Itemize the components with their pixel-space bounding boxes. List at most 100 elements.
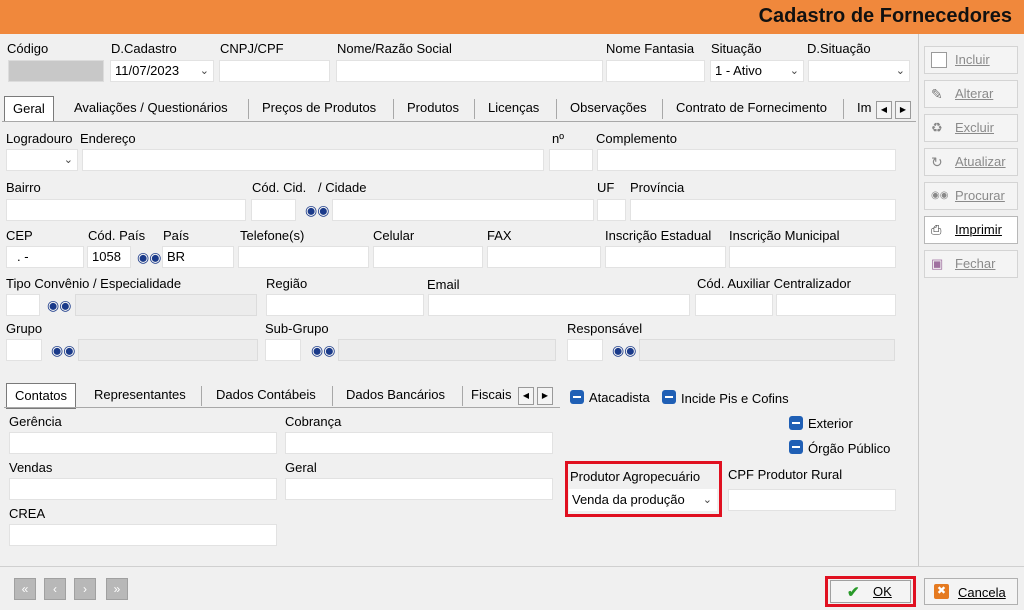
cod-aux-desc[interactable] (776, 294, 896, 316)
chevron-down-icon[interactable]: ⌄ (200, 61, 209, 81)
cnpj-field[interactable] (219, 60, 330, 82)
pis-cofins-checkbox[interactable] (662, 390, 676, 404)
cep-label: CEP (6, 228, 33, 243)
previous-record-button[interactable]: ‹ (44, 578, 66, 600)
telefone-field[interactable] (238, 246, 369, 268)
cancela-button[interactable]: ✖ Cancela (924, 578, 1018, 605)
email-field[interactable] (428, 294, 690, 316)
tab-geral[interactable]: Geral (4, 96, 54, 122)
geral-contato-label: Geral (285, 460, 317, 475)
geral-contato-field[interactable] (285, 478, 553, 500)
cancel-icon: ✖ (934, 584, 949, 599)
incluir-label: Incluir (955, 52, 990, 67)
bairro-label: Bairro (6, 180, 41, 195)
binoculars-icon[interactable]: ◉◉ (47, 297, 71, 313)
crea-label: CREA (9, 506, 46, 521)
chevron-down-icon[interactable]: ⌄ (703, 490, 712, 510)
pis-cofins-label: Incide Pis e Cofins (681, 391, 789, 406)
grupo-field[interactable] (6, 339, 42, 361)
regiao-field[interactable] (266, 294, 424, 316)
excluir-button[interactable]: ♻ Excluir (924, 114, 1018, 142)
incluir-button[interactable]: Incluir (924, 46, 1018, 74)
subtab-scroll-right-button[interactable]: ▶ (537, 387, 553, 405)
procurar-button[interactable]: ◉◉ Procurar (924, 182, 1018, 210)
tipo-convenio-field[interactable] (6, 294, 40, 316)
subgrupo-field[interactable] (265, 339, 301, 361)
binoculars-icon[interactable]: ◉◉ (612, 342, 636, 358)
exterior-checkbox[interactable] (789, 416, 803, 430)
tab-observacoes[interactable]: Observações (562, 95, 655, 121)
subtab-contatos[interactable]: Contatos (6, 383, 77, 409)
ok-button[interactable]: ✔ OK (830, 580, 911, 603)
tab-separator (248, 99, 249, 119)
binoculars-icon[interactable]: ◉◉ (137, 249, 161, 265)
tab-avaliacoes[interactable]: Avaliações / Questionários (66, 95, 236, 121)
subtab-dados-bancarios[interactable]: Dados Bancários (338, 382, 453, 408)
tab-contrato[interactable]: Contrato de Fornecimento (668, 95, 835, 121)
tab-separator (462, 386, 463, 406)
endereco-field[interactable] (82, 149, 544, 171)
imprimir-button[interactable]: ⎙ Imprimir (924, 216, 1018, 244)
complemento-field[interactable] (597, 149, 896, 171)
atualizar-button[interactable]: ↻ Atualizar (924, 148, 1018, 176)
chevron-down-icon[interactable]: ⌄ (64, 150, 73, 170)
cobranca-field[interactable] (285, 432, 553, 454)
binoculars-icon: ◉◉ (931, 190, 949, 201)
ie-field[interactable] (605, 246, 726, 268)
situacao-label: Situação (711, 41, 762, 56)
codigo-field[interactable] (8, 60, 104, 82)
responsavel-field[interactable] (567, 339, 603, 361)
imprimir-label: Imprimir (955, 222, 1002, 237)
crea-field[interactable] (9, 524, 277, 546)
first-record-button[interactable]: « (14, 578, 36, 600)
fantasia-field[interactable] (606, 60, 705, 82)
alterar-button[interactable]: ✎ Alterar (924, 80, 1018, 108)
tab-produtos[interactable]: Produtos (399, 95, 467, 121)
dcadastro-field[interactable]: 11/07/2023 ⌄ (110, 60, 214, 82)
last-record-button[interactable]: » (106, 578, 128, 600)
subtab-scroll-left-button[interactable]: ◀ (518, 387, 534, 405)
chevron-down-icon[interactable]: ⌄ (790, 61, 799, 81)
produtor-select[interactable]: Venda da produção ⌄ (569, 489, 717, 511)
tab-precos[interactable]: Preços de Produtos (254, 95, 384, 121)
cidade-field[interactable] (332, 199, 594, 221)
gerencia-field[interactable] (9, 432, 277, 454)
celular-field[interactable] (373, 246, 483, 268)
provincia-field[interactable] (630, 199, 896, 221)
cep-field[interactable]: . - (6, 246, 84, 268)
cod-pais-field[interactable]: 1058 (87, 246, 131, 268)
subtab-fiscais[interactable]: Fiscais (467, 382, 513, 408)
im-field[interactable] (729, 246, 896, 268)
subgrupo-desc (338, 339, 556, 361)
vendas-field[interactable] (9, 478, 277, 500)
cod-aux-field[interactable] (695, 294, 773, 316)
binoculars-icon[interactable]: ◉◉ (305, 202, 329, 218)
nome-field[interactable] (336, 60, 603, 82)
pais-field[interactable]: BR (162, 246, 234, 268)
tab-im[interactable]: Im (849, 95, 879, 121)
cod-cid-field[interactable] (251, 199, 296, 221)
atacadista-checkbox[interactable] (570, 390, 584, 404)
fax-field[interactable] (487, 246, 601, 268)
tab-scroll-left-button[interactable]: ◀ (876, 101, 892, 119)
uf-field[interactable] (597, 199, 626, 221)
email-label: Email (427, 277, 460, 292)
subtab-representantes[interactable]: Representantes (86, 382, 194, 408)
numero-field[interactable] (549, 149, 593, 171)
bairro-field[interactable] (6, 199, 246, 221)
tab-licencas[interactable]: Licenças (480, 95, 547, 121)
tab-scroll-right-button[interactable]: ▶ (895, 101, 911, 119)
logradouro-select[interactable]: ⌄ (6, 149, 78, 171)
footer-divider (0, 566, 1024, 567)
fechar-label: Fechar (955, 256, 996, 271)
orgao-publico-checkbox[interactable] (789, 440, 803, 454)
chevron-down-icon[interactable]: ⌄ (896, 61, 905, 81)
fechar-button[interactable]: ▣ Fechar (924, 250, 1018, 278)
next-record-button[interactable]: › (74, 578, 96, 600)
cpf-produtor-field[interactable] (728, 489, 896, 511)
binoculars-icon[interactable]: ◉◉ (311, 342, 335, 358)
dsituacao-field[interactable]: ⌄ (808, 60, 910, 82)
binoculars-icon[interactable]: ◉◉ (51, 342, 75, 358)
subtab-dados-contabeis[interactable]: Dados Contábeis (208, 382, 324, 408)
situacao-select[interactable]: 1 - Ativo ⌄ (710, 60, 804, 82)
